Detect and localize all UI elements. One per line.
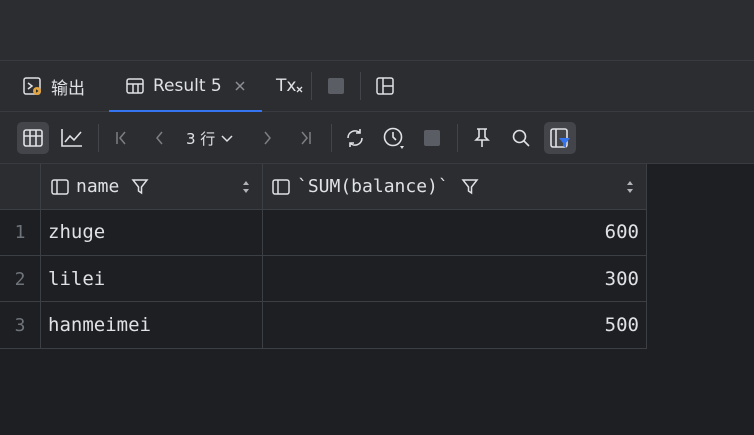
close-tab-icon[interactable] — [234, 80, 246, 92]
column-sum-label: `SUM(balance)` — [297, 176, 449, 197]
run-output-icon — [22, 76, 42, 96]
stop-button[interactable] — [326, 61, 346, 111]
sort-icon[interactable] — [626, 164, 634, 209]
row-number-header — [0, 164, 40, 209]
tab-result-5[interactable]: Result 5 — [109, 61, 262, 112]
tab-result-label: Result 5 — [153, 76, 222, 96]
results-tab-bar: 输出 Result 5 Tx — [0, 61, 754, 112]
column-header-name[interactable]: name — [41, 164, 262, 209]
last-page-button[interactable] — [289, 122, 321, 154]
clock-icon — [382, 126, 406, 150]
chart-icon — [60, 127, 84, 149]
previous-page-button[interactable] — [143, 122, 175, 154]
editor-area-top — [0, 0, 754, 61]
chevron-down-icon — [221, 132, 233, 144]
filter-icon[interactable] — [131, 178, 149, 196]
grid-line — [646, 164, 647, 348]
table-cell-sum[interactable]: 300 — [263, 256, 647, 302]
first-page-icon — [114, 130, 130, 146]
layout-icon — [375, 76, 395, 96]
filter-toggle-button[interactable] — [544, 122, 576, 154]
stop-icon — [423, 129, 441, 147]
pin-icon — [472, 127, 492, 149]
row-number: 2 — [14, 268, 26, 290]
toolbar-separator — [98, 124, 99, 152]
transaction-button[interactable]: Tx — [276, 61, 303, 111]
previous-page-icon — [151, 130, 167, 146]
table-cell-sum[interactable]: 600 — [263, 209, 647, 255]
pin-tab-button[interactable] — [466, 122, 498, 154]
table-cell-name[interactable]: zhuge — [41, 209, 262, 255]
grid-line — [40, 164, 41, 348]
row-number: 1 — [14, 221, 26, 243]
row-number: 3 — [14, 314, 26, 336]
table-cell-sum[interactable]: 500 — [263, 302, 647, 348]
stop-icon — [326, 76, 346, 96]
search-icon — [511, 128, 531, 148]
stop-query-button[interactable] — [416, 122, 448, 154]
next-page-icon — [260, 130, 276, 146]
tab-separator — [311, 72, 312, 100]
page-size-label: 3 行 — [186, 129, 216, 148]
chart-view-button[interactable] — [56, 122, 88, 154]
table-cell-name[interactable]: lilei — [41, 256, 262, 302]
column-name-label: name — [76, 176, 120, 197]
history-button[interactable] — [378, 122, 410, 154]
grid-line — [262, 164, 263, 348]
transaction-label: Tx — [276, 76, 297, 96]
sort-icon[interactable] — [242, 164, 250, 209]
filter-icon[interactable] — [461, 178, 479, 196]
tab-output-label: 输出 — [51, 78, 85, 99]
column-header-sum-balance[interactable]: `SUM(balance)` — [263, 164, 646, 209]
column-icon — [50, 178, 70, 196]
tab-separator — [360, 72, 361, 100]
results-toolbar: 3 行 — [0, 112, 754, 164]
grid-line — [0, 255, 647, 256]
reload-button[interactable] — [339, 122, 371, 154]
grid-line — [0, 209, 647, 210]
table-icon — [125, 76, 145, 96]
last-page-icon — [297, 130, 313, 146]
grid-line — [0, 301, 647, 302]
layout-button[interactable] — [375, 61, 395, 111]
first-page-button[interactable] — [106, 122, 138, 154]
table-view-button[interactable] — [17, 122, 49, 154]
page-size-dropdown[interactable]: 3 行 — [186, 122, 233, 154]
grid-line — [0, 348, 647, 349]
transaction-icon: Tx — [276, 76, 303, 96]
toolbar-separator — [331, 124, 332, 152]
table-cell-name[interactable]: hanmeimei — [41, 302, 262, 348]
table-view-icon — [22, 127, 44, 149]
toolbar-separator — [457, 124, 458, 152]
reload-icon — [344, 127, 366, 149]
next-page-button[interactable] — [252, 122, 284, 154]
column-icon — [271, 178, 291, 196]
tab-output[interactable]: 输出 — [22, 61, 85, 111]
filter-panel-icon — [549, 127, 571, 149]
search-button[interactable] — [505, 122, 537, 154]
